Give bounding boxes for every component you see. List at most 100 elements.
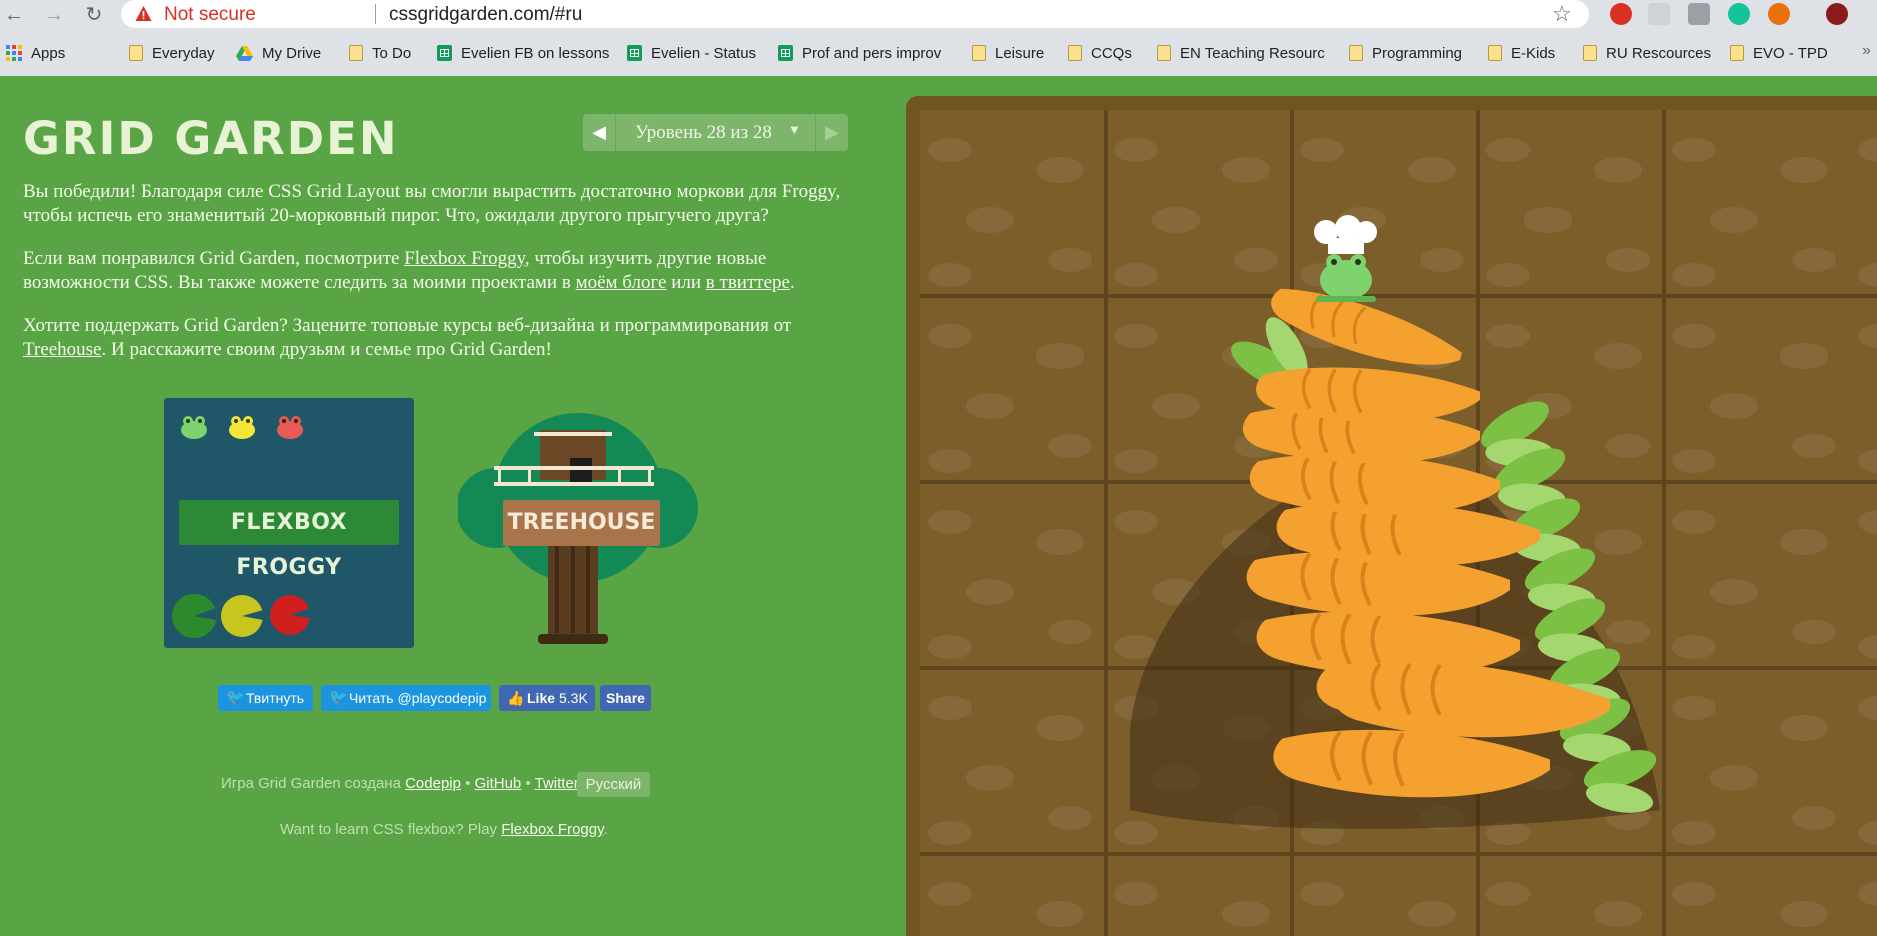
bookmark-label: Evelien FB on lessons <box>461 44 610 62</box>
bookmark-label: To Do <box>372 44 412 62</box>
page-title: GRID GARDEN <box>23 112 399 165</box>
like-count: 5.3K <box>559 690 588 706</box>
bookmark-ccqs[interactable]: CCQs <box>1068 42 1132 64</box>
level-navigator: ◀ Уровень 28 из 28 ▼ ▶ <box>583 114 848 151</box>
warning-icon <box>135 6 152 21</box>
facebook-share-button[interactable]: Share <box>600 685 651 711</box>
bookmark-star-icon[interactable]: ☆ <box>1552 1 1572 27</box>
credits-footer: Игра Grid Garden создана Codepip • GitHu… <box>221 775 588 792</box>
bookmarks-bar: Apps Everyday My Drive To Do Evelien FB … <box>0 38 1877 70</box>
url-text[interactable]: cssgridgarden.com/#ru <box>389 4 582 26</box>
glasses-extension-icon[interactable] <box>1768 3 1790 25</box>
bookmark-label: Prof and pers improv <box>802 44 942 62</box>
flexbox-froggy-button[interactable]: FLEXBOX FROGGY <box>179 500 399 580</box>
bookmark-apps[interactable]: Apps <box>6 42 65 64</box>
grammarly-extension-icon[interactable] <box>1728 3 1750 25</box>
bookmark-label: CCQs <box>1091 44 1132 62</box>
bookmark-evelien-fb[interactable]: Evelien FB on lessons <box>437 42 609 64</box>
flexbox-froggy-link[interactable]: Flexbox Froggy <box>404 248 525 269</box>
folder-icon <box>972 45 986 61</box>
facebook-like-button[interactable]: 👍 Like 5.3K <box>499 685 595 711</box>
flexbox-froggy-footer-link[interactable]: Flexbox Froggy <box>501 821 603 838</box>
codepip-link[interactable]: Codepip <box>405 775 461 792</box>
back-button[interactable]: ← <box>0 2 28 28</box>
bookmark-en-teaching[interactable]: EN Teaching Resourc <box>1157 42 1327 64</box>
text: . <box>789 272 795 293</box>
bookmarks-overflow-button[interactable]: » <box>1862 42 1871 60</box>
tweet-button[interactable]: 🐦 Твитнуть <box>218 685 313 711</box>
reload-button[interactable]: ↻ <box>80 2 108 28</box>
security-label[interactable]: Not secure <box>164 4 256 26</box>
github-link[interactable]: GitHub <box>475 775 522 792</box>
bookmark-label: My Drive <box>262 44 322 62</box>
bookmark-label: Evelien - Status <box>651 44 757 62</box>
language-selector[interactable]: Русский <box>577 772 650 797</box>
bookmark-everyday[interactable]: Everyday <box>129 42 215 64</box>
bookmark-ru-rescources[interactable]: RU Rescources <box>1583 42 1711 64</box>
follow-button[interactable]: 🐦 Читать @playcodepip <box>321 685 491 711</box>
address-bar[interactable]: Not secure cssgridgarden.com/#ru ☆ <box>121 0 1589 28</box>
bookmark-e-kids[interactable]: E-Kids <box>1488 42 1555 64</box>
text: Хотите поддержать Grid Garden? Зацените … <box>23 315 792 336</box>
thumbs-up-icon: 👍 <box>507 690 525 706</box>
separator-dot: • <box>525 775 531 792</box>
sheets-icon <box>437 45 452 61</box>
treehouse-sign-button[interactable]: TREEHOUSE <box>503 500 660 546</box>
flexbox-footer: Want to learn CSS flexbox? Play Flexbox … <box>280 821 608 838</box>
bookmark-prof-improv[interactable]: Prof and pers improv <box>778 42 948 64</box>
next-level-button[interactable]: ▶ <box>815 114 848 151</box>
forward-button[interactable]: → <box>40 2 68 28</box>
footer-twitter-link[interactable]: Twitter <box>535 775 579 792</box>
browser-toolbar: ← → ↻ Not secure cssgridgarden.com/#ru ☆ <box>0 0 1877 30</box>
drive-icon <box>236 45 253 61</box>
profile-avatar[interactable] <box>1826 3 1848 25</box>
twitter-bird-icon: 🐦 <box>226 689 245 706</box>
folder-icon <box>129 45 143 61</box>
bookmark-label: EVO - TPD <box>1753 44 1828 62</box>
bookmark-label: Apps <box>31 44 66 62</box>
bookmark-my-drive[interactable]: My Drive <box>236 42 321 64</box>
reader-extension-icon[interactable] <box>1648 3 1670 25</box>
bookmark-evelien-status[interactable]: Evelien - Status <box>627 42 756 64</box>
bookmark-label: EN Teaching Resourc <box>1180 44 1325 62</box>
bookmark-label: Programming <box>1372 44 1463 62</box>
garden-board <box>906 96 1877 936</box>
bookmark-label: Everyday <box>152 44 215 62</box>
bookmark-label: Leisure <box>995 44 1045 62</box>
sheets-icon <box>627 45 642 61</box>
prev-level-button[interactable]: ◀ <box>583 114 616 151</box>
bookmark-evo-tpd[interactable]: EVO - TPD <box>1730 42 1828 64</box>
separator-dot: • <box>465 775 471 792</box>
folder-icon <box>349 45 363 61</box>
bookmark-programming[interactable]: Programming <box>1349 42 1462 64</box>
frog-icon <box>181 416 207 439</box>
folder-icon <box>1157 45 1171 61</box>
flexbox-froggy-promo[interactable]: FLEXBOX FROGGY <box>164 398 414 648</box>
apps-grid-icon <box>6 45 22 61</box>
bookmark-label: RU Rescources <box>1606 44 1712 62</box>
bookmark-to-do[interactable]: To Do <box>349 42 411 64</box>
twitter-bird-icon: 🐦 <box>329 689 348 706</box>
sheets-icon <box>778 45 793 61</box>
level-dropdown-caret-icon[interactable]: ▼ <box>788 122 801 137</box>
text: Если вам понравился Grid Garden, посмотр… <box>23 248 405 269</box>
twitter-link[interactable]: в твиттере <box>706 272 790 293</box>
text: . И расскажите своим друзьям и семье про… <box>101 339 552 360</box>
support-paragraph: Хотите поддержать Grid Garden? Зацените … <box>23 314 863 362</box>
follow-label: Читать @playcodepip <box>349 690 487 706</box>
level-indicator[interactable]: Уровень 28 из 28 <box>635 122 772 144</box>
text: или <box>666 272 706 293</box>
folder-icon <box>1488 45 1502 61</box>
pdf-extension-icon[interactable] <box>1688 3 1710 25</box>
period: . <box>603 821 608 838</box>
made-by-text: Игра Grid Garden создана <box>221 775 401 792</box>
blog-link[interactable]: моём блоге <box>576 272 667 293</box>
folder-icon <box>1349 45 1363 61</box>
flexbox-prompt-text: Want to learn CSS flexbox? Play <box>280 821 498 838</box>
adblock-extension-icon[interactable] <box>1610 3 1632 25</box>
frog-icon <box>277 416 303 439</box>
frog-icon <box>229 416 255 439</box>
bookmark-leisure[interactable]: Leisure <box>972 42 1044 64</box>
folder-icon <box>1068 45 1082 61</box>
treehouse-link[interactable]: Treehouse <box>23 339 101 360</box>
